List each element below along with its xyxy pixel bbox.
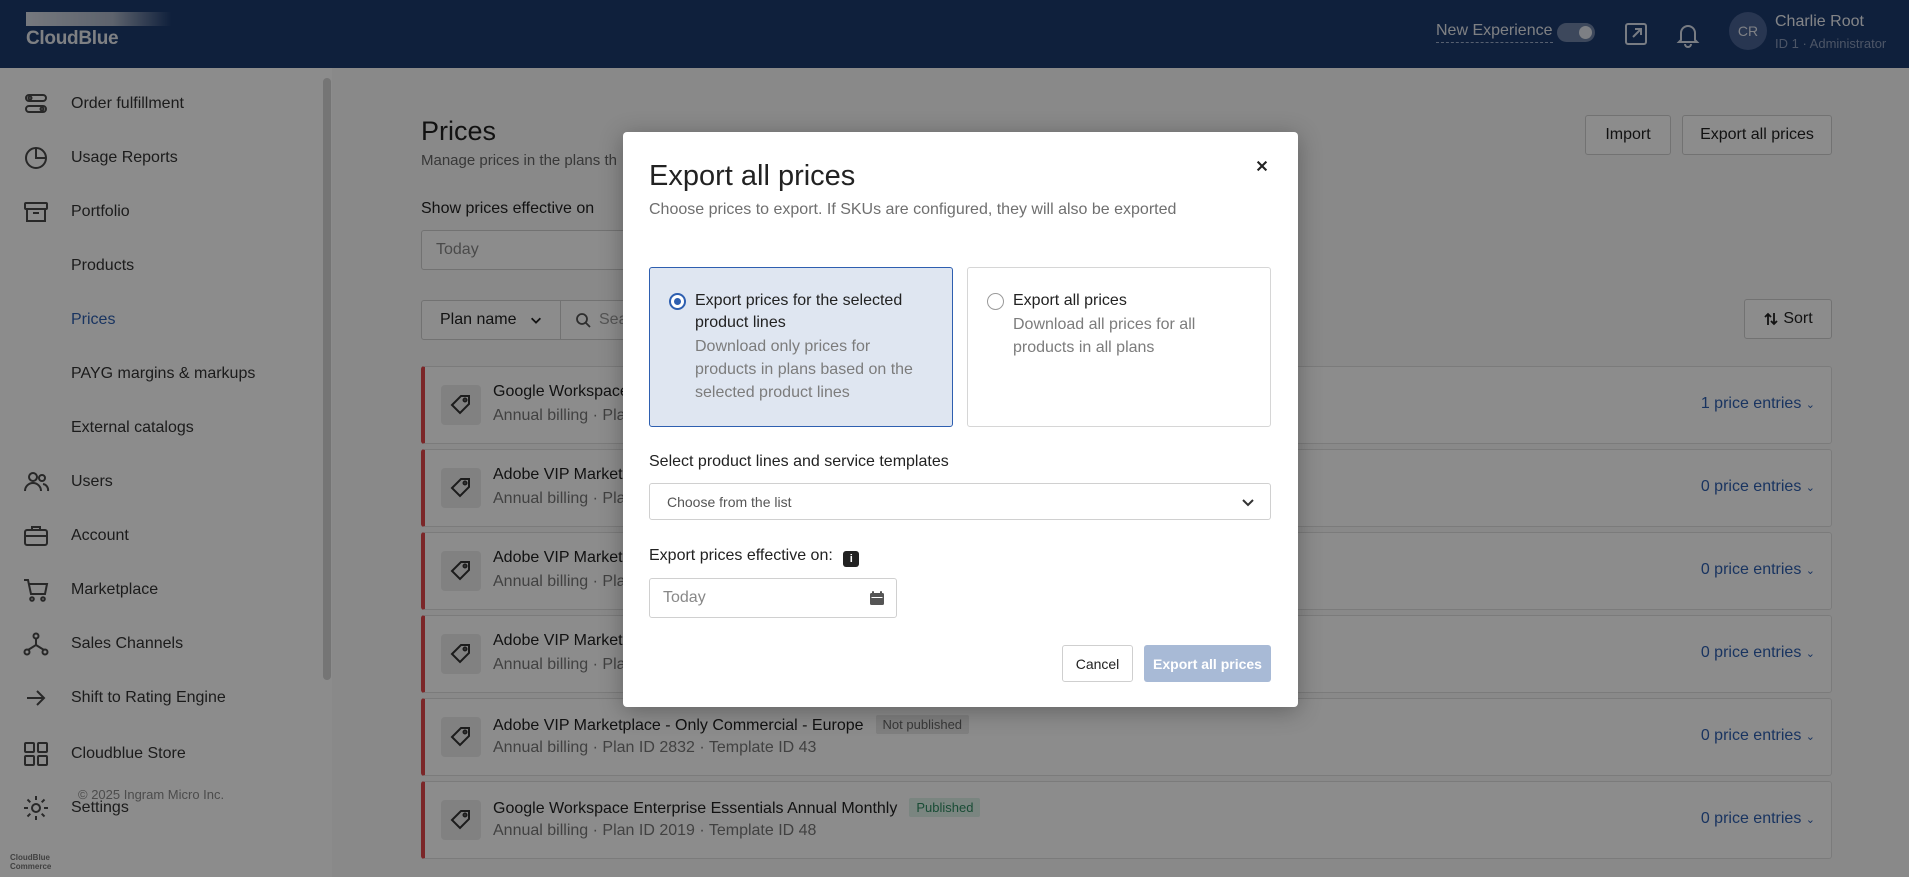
cancel-button[interactable]: Cancel xyxy=(1062,645,1133,682)
export-all-prices-confirm-button[interactable]: Export all prices xyxy=(1144,645,1271,682)
option-selected-product-lines[interactable]: Export prices for the selected product l… xyxy=(649,267,953,427)
option-title: Export all prices xyxy=(1013,292,1127,309)
option-description: Download only prices for products in pla… xyxy=(695,338,913,401)
info-icon[interactable]: i xyxy=(843,551,860,567)
select-placeholder: Choose from the list xyxy=(667,493,792,510)
dialog-subtitle: Choose prices to export. If SKUs are con… xyxy=(649,201,1177,218)
close-icon[interactable] xyxy=(1250,154,1274,178)
product-lines-select[interactable]: Choose from the list xyxy=(649,483,1271,520)
export-prices-dialog: Export all prices Choose prices to expor… xyxy=(623,132,1298,707)
radio-all-prices[interactable] xyxy=(987,293,1004,310)
option-description: Download all prices for all products in … xyxy=(1013,316,1196,356)
option-title: Export prices for the selected product l… xyxy=(695,292,903,331)
product-lines-label: Select product lines and service templat… xyxy=(649,453,949,470)
option-all-prices[interactable]: Export all prices Download all prices fo… xyxy=(967,267,1271,427)
export-effective-date-input[interactable]: Today xyxy=(649,578,897,618)
dialog-title: Export all prices xyxy=(649,160,856,192)
chevron-down-icon xyxy=(1240,494,1256,510)
radio-selected-product-lines[interactable] xyxy=(669,293,686,310)
effective-on-text: Export prices effective on: xyxy=(649,547,833,564)
calendar-icon[interactable] xyxy=(868,589,886,607)
effective-on-label: Export prices effective on: i xyxy=(649,547,860,567)
date-value: Today xyxy=(663,589,706,606)
